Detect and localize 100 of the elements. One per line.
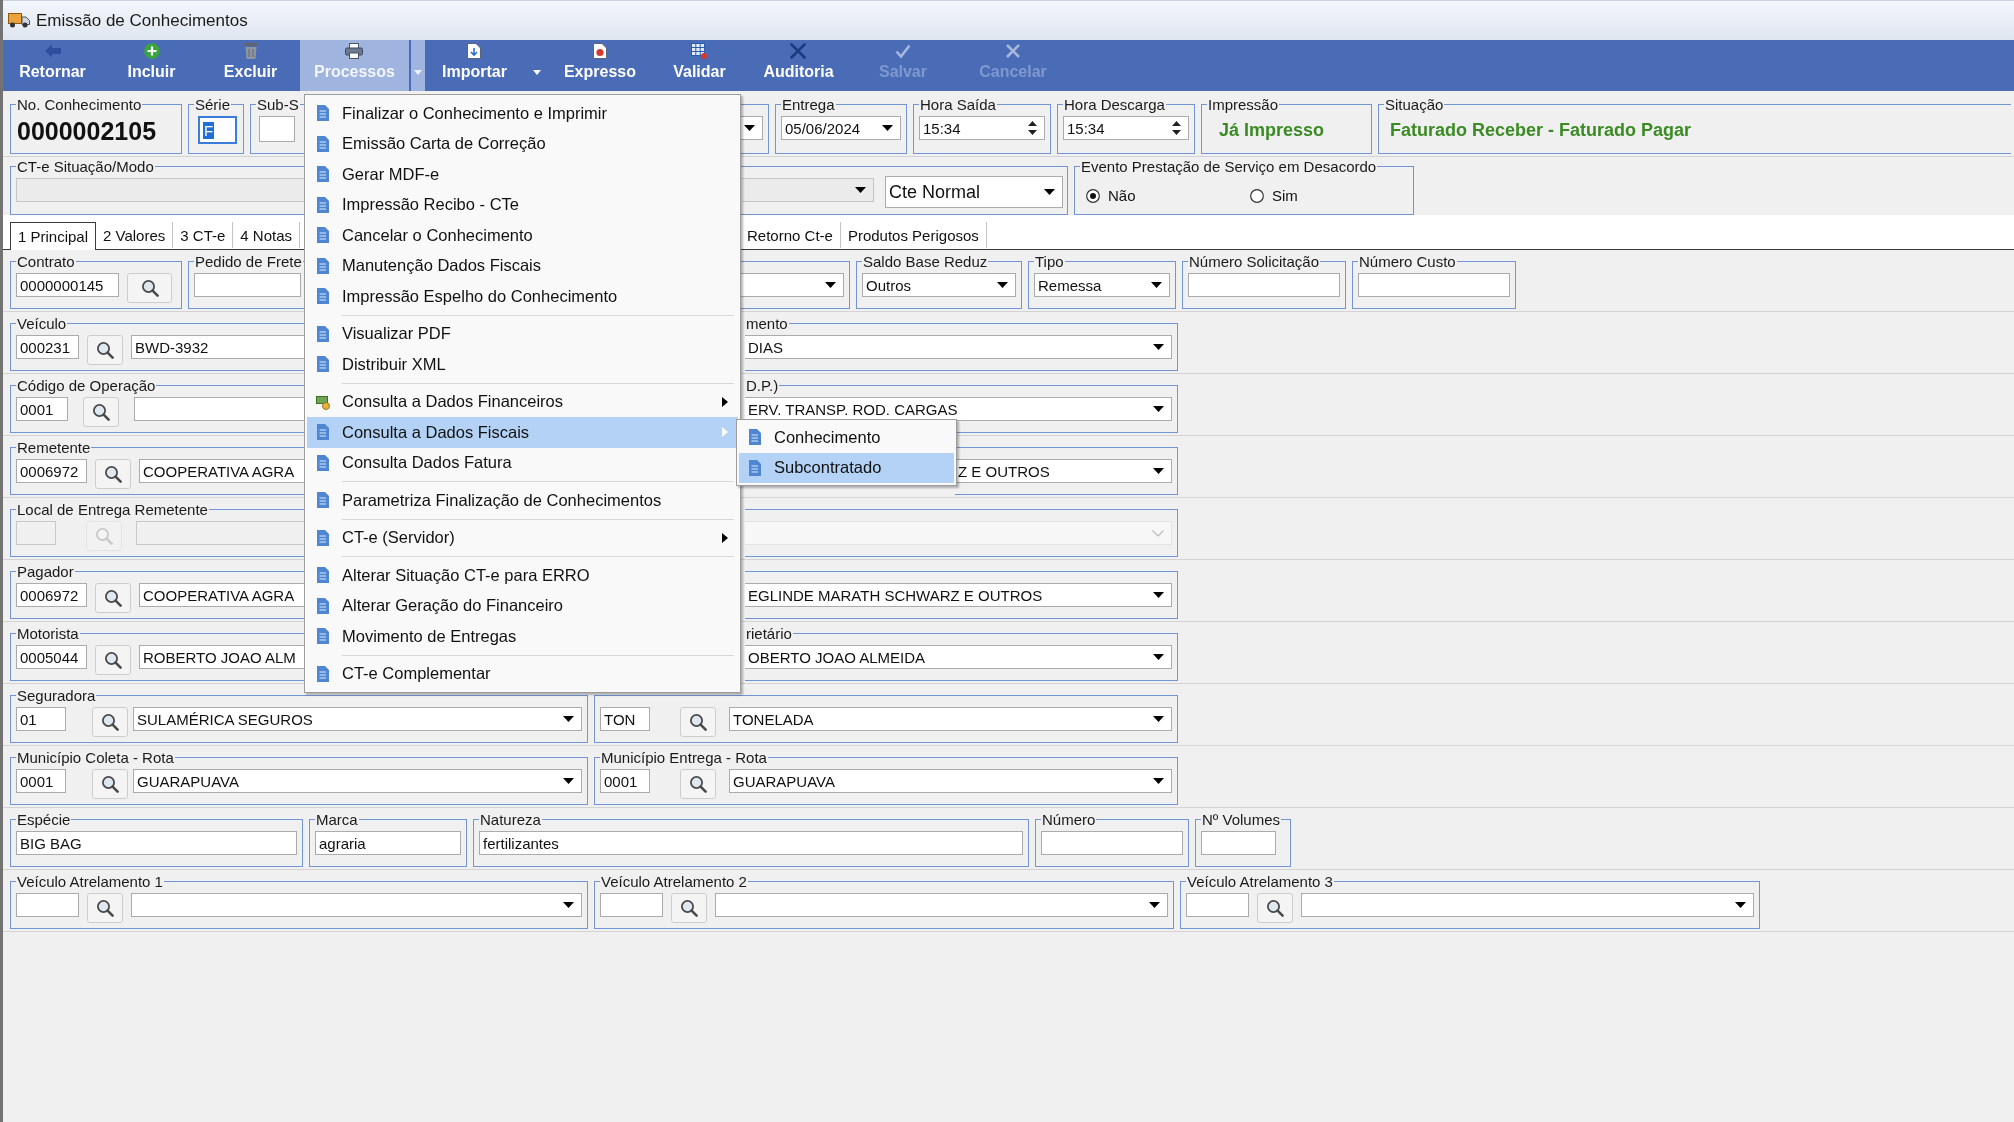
menu-item[interactable]: Parametriza Finalização de Conhecimentos (307, 485, 738, 516)
text-field[interactable] (1186, 893, 1249, 917)
text-field[interactable]: 0005044 (16, 645, 87, 669)
text-field[interactable] (1201, 831, 1276, 855)
dropdown[interactable]: ERV. TRANSP. ROD. CARGAS (745, 397, 1172, 421)
search-button[interactable] (87, 335, 123, 365)
dropdown[interactable]: GUARAPUAVA (133, 769, 582, 793)
menu-item[interactable]: Impressão Recibo - CTe (307, 189, 738, 220)
dropdown[interactable]: Outros (862, 273, 1016, 297)
tab[interactable]: 1 Principal (10, 222, 97, 250)
text-field[interactable]: BIG BAG (16, 831, 297, 855)
text-field[interactable]: 0001 (600, 769, 650, 793)
toolbar-button[interactable]: Expresso (549, 40, 650, 91)
text-field[interactable]: fertilizantes (479, 831, 1023, 855)
dropdown[interactable]: DIAS (745, 335, 1172, 359)
tab[interactable]: 4 Notas (233, 222, 301, 248)
menu-item[interactable]: Visualizar PDF (307, 318, 738, 349)
text-field[interactable]: BWD-3932 (131, 335, 306, 359)
toolbar-button[interactable]: Auditoria (749, 40, 848, 91)
search-button[interactable] (127, 273, 172, 303)
search-button[interactable] (1257, 893, 1293, 923)
tab[interactable]: 3 CT-e (173, 222, 234, 248)
search-button[interactable] (680, 707, 716, 737)
text-field[interactable]: 000231 (16, 335, 79, 359)
caret-icon (744, 125, 755, 131)
search-icon (689, 775, 707, 793)
menu-item[interactable]: Emissão Carta de Correção (307, 128, 738, 159)
text-field[interactable]: F (198, 116, 237, 144)
menu-item[interactable]: Conhecimento (739, 422, 954, 453)
toolbar-button[interactable]: Excluir (201, 40, 300, 91)
document-icon (316, 227, 330, 244)
text-field[interactable] (1188, 273, 1340, 297)
text-field[interactable]: 0000000145 (16, 273, 119, 297)
search-button[interactable] (83, 397, 119, 427)
text-field[interactable] (134, 397, 306, 421)
text-field[interactable]: 0006972 (16, 583, 87, 607)
menu-item[interactable]: Movimento de Entregas (307, 621, 738, 652)
arrow-left-icon (44, 43, 61, 59)
dropdown[interactable]: Z E OUTROS (955, 459, 1172, 483)
text-field[interactable] (1041, 831, 1183, 855)
text-field[interactable] (1358, 273, 1510, 297)
dropdown[interactable]: Cte Normal (885, 176, 1063, 208)
dropdown[interactable]: 05/06/2024 (781, 116, 901, 140)
dropdown[interactable]: TONELADA (729, 707, 1172, 731)
menu-item[interactable]: Subcontratado (739, 452, 954, 483)
text-field[interactable]: COOPERATIVA AGRA (139, 583, 306, 607)
search-button[interactable] (95, 583, 131, 613)
toolbar-button[interactable]: Incluir (102, 40, 201, 91)
menu-item[interactable]: CT-e Complementar (307, 658, 738, 689)
time-field[interactable]: 15:34 (1063, 116, 1189, 140)
dropdown[interactable]: OBERTO JOAO ALMEIDA (745, 645, 1172, 669)
text-field[interactable]: TON (600, 707, 650, 731)
dropdown[interactable] (741, 116, 763, 140)
search-icon (140, 279, 159, 297)
time-field[interactable]: 15:34 (919, 116, 1045, 140)
radio-button[interactable]: Não (1086, 187, 1244, 204)
trash-icon (243, 43, 258, 59)
caret-icon (563, 778, 574, 784)
text-field[interactable]: 0001 (16, 769, 66, 793)
text-field[interactable] (600, 893, 663, 917)
text-field[interactable]: ROBERTO JOAO ALM (139, 645, 306, 669)
search-button[interactable] (92, 707, 128, 737)
menu-item[interactable]: Impressão Espelho do Conhecimento (307, 281, 738, 312)
toolbar-button[interactable]: Retornar (3, 40, 102, 91)
dropdown[interactable]: SULAMÉRICA SEGUROS (133, 707, 582, 731)
search-button[interactable] (95, 645, 131, 675)
dropdown[interactable]: Remessa (1034, 273, 1170, 297)
toolbar-button[interactable]: Validar (650, 40, 749, 91)
dropdown-button[interactable] (410, 40, 425, 91)
menu-item[interactable]: Consulta a Dados Financeiros (307, 386, 738, 417)
tab[interactable]: 2 Valores (96, 222, 174, 248)
tab[interactable]: Produtos Perigosos (840, 222, 987, 248)
menu-item[interactable]: Manutenção Dados Fiscais (307, 250, 738, 281)
search-button[interactable] (87, 893, 123, 923)
text-field[interactable]: 0001 (16, 397, 68, 421)
menu-item[interactable]: Alterar Geração do Financeiro (307, 590, 738, 621)
text-field[interactable] (16, 893, 79, 917)
text-field[interactable] (194, 273, 301, 297)
search-button[interactable] (95, 459, 131, 489)
menu-item[interactable]: Consulta a Dados Fiscais (307, 417, 738, 448)
menu-item[interactable]: Distribuir XML (307, 349, 738, 380)
radio-button[interactable]: Sim (1250, 187, 1408, 204)
menu-item[interactable]: CT-e (Servidor) (307, 522, 738, 553)
dropdown[interactable]: GUARAPUAVA (729, 769, 1172, 793)
text-field[interactable] (259, 116, 295, 142)
caret-icon (1044, 189, 1055, 195)
menu-item[interactable]: Finalizar o Conhecimento e Imprimir (307, 98, 738, 129)
text-field[interactable]: COOPERATIVA AGRA (139, 459, 306, 483)
search-button[interactable] (680, 769, 716, 799)
text-field[interactable]: 01 (16, 707, 66, 731)
menu-item[interactable]: Gerar MDF-e (307, 159, 738, 190)
menu-item[interactable]: Cancelar o Conhecimento (307, 220, 738, 251)
text-field[interactable]: 0006972 (16, 459, 87, 483)
search-button[interactable] (671, 893, 707, 923)
caret-icon (1153, 468, 1164, 474)
dropdown[interactable]: EGLINDE MARATH SCHWARZ E OUTROS (745, 583, 1172, 607)
menu-item[interactable]: Alterar Situação CT-e para ERRO (307, 560, 738, 591)
toolbar-button[interactable]: Importar (424, 40, 524, 91)
text-field[interactable]: agraria (315, 831, 461, 855)
search-button[interactable] (92, 769, 128, 799)
